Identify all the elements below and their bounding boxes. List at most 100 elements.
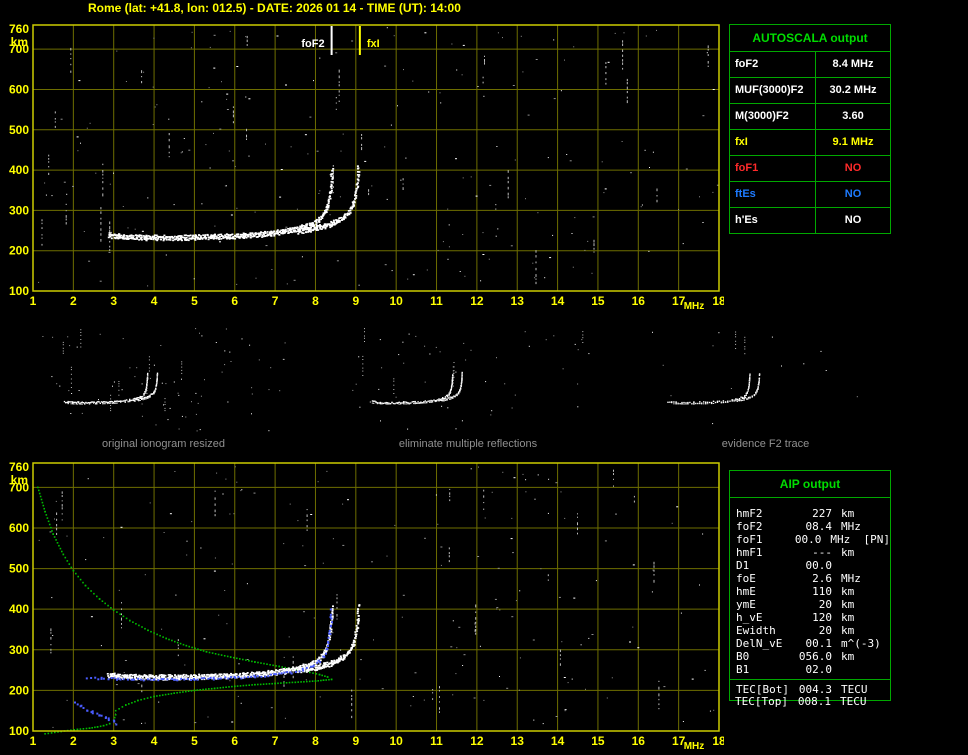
parameter-value: 227 bbox=[812, 507, 832, 520]
parameter-value: NO bbox=[844, 162, 862, 174]
parameter-value: 056.0 bbox=[798, 650, 832, 663]
x-tick-label: 6 bbox=[231, 294, 238, 308]
parameter-unit: m^(-3) bbox=[841, 637, 881, 650]
aip-row: foF1 00.0 MHz [PN] bbox=[730, 533, 890, 546]
parameter-value: --- bbox=[812, 546, 832, 559]
thumbnail-caption: eliminate multiple reflections bbox=[398, 438, 538, 450]
x-tick-label: 16 bbox=[632, 294, 646, 308]
parameter-label: foF1 bbox=[730, 156, 816, 181]
x-axis: 1 2 3 4 5 6 7 8 9 10 11 12 13 14 15 16 17 18MHz bbox=[30, 734, 724, 752]
parameter-unit bbox=[832, 663, 841, 676]
parameter-label: h'Es bbox=[730, 208, 816, 233]
parameter-name: hmE bbox=[736, 585, 756, 598]
aip-row: hmF1 --- km bbox=[730, 546, 890, 559]
marker-label: fxI bbox=[367, 38, 380, 50]
autoscala-output-table: AUTOSCALA output foF2 8.4 MHz MUF(3000)F2 3… bbox=[729, 24, 891, 234]
y-tick-label: 760 bbox=[9, 22, 29, 36]
x-axis-unit: MHz bbox=[684, 741, 705, 752]
parameter-name: foF1 bbox=[736, 533, 763, 546]
y-tick-label: 600 bbox=[9, 521, 29, 535]
parameter-value: 20 bbox=[818, 624, 832, 637]
x-tick-label: 3 bbox=[110, 294, 117, 308]
x-tick-label: 8 bbox=[312, 734, 319, 748]
thumbnail-image bbox=[36, 328, 291, 434]
aip-row: foF2 08.4 MHz bbox=[730, 520, 890, 533]
aip-row: B1 02.0 bbox=[730, 663, 890, 676]
x-tick-label: 10 bbox=[389, 294, 403, 308]
parameter-unit: km bbox=[841, 546, 855, 559]
x-tick-label: 15 bbox=[591, 294, 605, 308]
parameter-value: 00.0 bbox=[805, 559, 833, 572]
aip-table-rows: hmF2 227 km foF2 08.4 MHz foF1 00.0 MHz [PN] hmF1… bbox=[730, 498, 890, 700]
aip-row: Ewidth 20 km bbox=[730, 624, 890, 637]
parameter-value: 20 bbox=[818, 598, 832, 611]
parameter-value: 00.0 bbox=[794, 533, 822, 546]
thumbnail-caption: evidence F2 trace bbox=[721, 438, 810, 450]
x-tick-label: 2 bbox=[70, 734, 77, 748]
parameter-unit: MHz [PN] bbox=[830, 533, 890, 546]
parameter-value: 08.4 bbox=[805, 520, 833, 533]
x-tick-label: 5 bbox=[191, 734, 198, 748]
autoscala-row: h'Es NO bbox=[730, 208, 890, 233]
ionogram-plot-top: foF2 fxI1 2 3 4 5 6 7 8 9 10 11 12 13 14 15 16 17 18MHz760… bbox=[9, 22, 724, 310]
x-tick-label: 11 bbox=[430, 294, 443, 308]
ionogram-plot-bottom: 1 2 3 4 5 6 7 8 9 10 11 12 13 14 15 16 17 18MHz7607006005… bbox=[9, 460, 724, 752]
x-tick-label: 7 bbox=[272, 294, 279, 308]
parameter-name: B1 bbox=[736, 663, 750, 676]
x-tick-label: 4 bbox=[151, 734, 158, 748]
parameter-name: DelN_vE bbox=[736, 637, 783, 650]
y-tick-label: 500 bbox=[9, 123, 29, 137]
y-axis: 760700600500400300200100km bbox=[9, 460, 29, 738]
parameter-name: TEC[Top] bbox=[735, 695, 788, 708]
x-tick-label: 18 bbox=[712, 294, 724, 308]
parameter-name: B0 bbox=[736, 650, 750, 663]
x-tick-label: 15 bbox=[591, 734, 605, 748]
y-axis-unit: km bbox=[11, 473, 28, 487]
x-tick-label: 5 bbox=[191, 294, 198, 308]
x-axis-unit: MHz bbox=[684, 301, 705, 310]
y-tick-label: 400 bbox=[9, 602, 29, 616]
y-tick-label: 600 bbox=[9, 82, 29, 96]
y-tick-label: 100 bbox=[9, 724, 29, 738]
parameter-value: 110 bbox=[812, 585, 832, 598]
parameter-label: ftEs bbox=[730, 182, 816, 207]
aip-row: ymE 20 km bbox=[730, 598, 890, 611]
aip-row: DelN_vE 00.1 m^(-3) bbox=[730, 637, 890, 650]
aip-row: h_vE 120 km bbox=[730, 611, 890, 624]
x-tick-label: 13 bbox=[511, 734, 525, 748]
autoscala-row: ftEs NO bbox=[730, 182, 890, 208]
parameter-value: 120 bbox=[812, 611, 832, 624]
parameter-label: MUF(3000)F2 bbox=[730, 78, 816, 103]
aip-row: D1 00.0 bbox=[730, 559, 890, 572]
parameter-name: h_vE bbox=[736, 611, 763, 624]
thumbnail-multiple-reflections: eliminate multiple reflections bbox=[345, 328, 591, 450]
parameter-unit: km bbox=[841, 507, 855, 520]
x-tick-label: 18 bbox=[712, 734, 724, 748]
x-tick-label: 4 bbox=[151, 294, 158, 308]
parameter-name: ymE bbox=[736, 598, 756, 611]
parameter-unit: km bbox=[841, 624, 855, 637]
x-tick-label: 1 bbox=[30, 734, 37, 748]
y-axis-unit: km bbox=[11, 35, 28, 49]
x-tick-label: 12 bbox=[470, 734, 484, 748]
parameter-unit bbox=[832, 559, 841, 572]
parameter-unit: km bbox=[841, 611, 855, 624]
aip-row: B0 056.0 km bbox=[730, 650, 890, 663]
parameter-name: hmF2 bbox=[736, 507, 763, 520]
x-tick-label: 9 bbox=[352, 734, 359, 748]
aip-row: hmF2 227 km bbox=[730, 507, 890, 520]
parameter-label: foF2 bbox=[730, 52, 816, 77]
parameter-value: 30.2 MHz bbox=[829, 84, 877, 96]
autoscala-row: fxI 9.1 MHz bbox=[730, 130, 890, 156]
thumbnail-f2-trace: evidence F2 trace bbox=[640, 328, 891, 450]
parameter-unit: MHz bbox=[841, 572, 861, 585]
x-tick-label: 1 bbox=[30, 294, 37, 308]
parameter-unit: MHz bbox=[841, 520, 861, 533]
thumbnail-caption: original ionogram resized bbox=[102, 438, 225, 450]
parameter-unit: km bbox=[841, 650, 855, 663]
y-axis: 760700600500400300200100km bbox=[9, 22, 29, 298]
x-tick-label: 9 bbox=[352, 294, 359, 308]
x-tick-label: 7 bbox=[272, 734, 279, 748]
parameter-unit: km bbox=[841, 585, 855, 598]
aip-tec-top-row: TEC[Top] 008.1 TECU bbox=[729, 695, 889, 708]
